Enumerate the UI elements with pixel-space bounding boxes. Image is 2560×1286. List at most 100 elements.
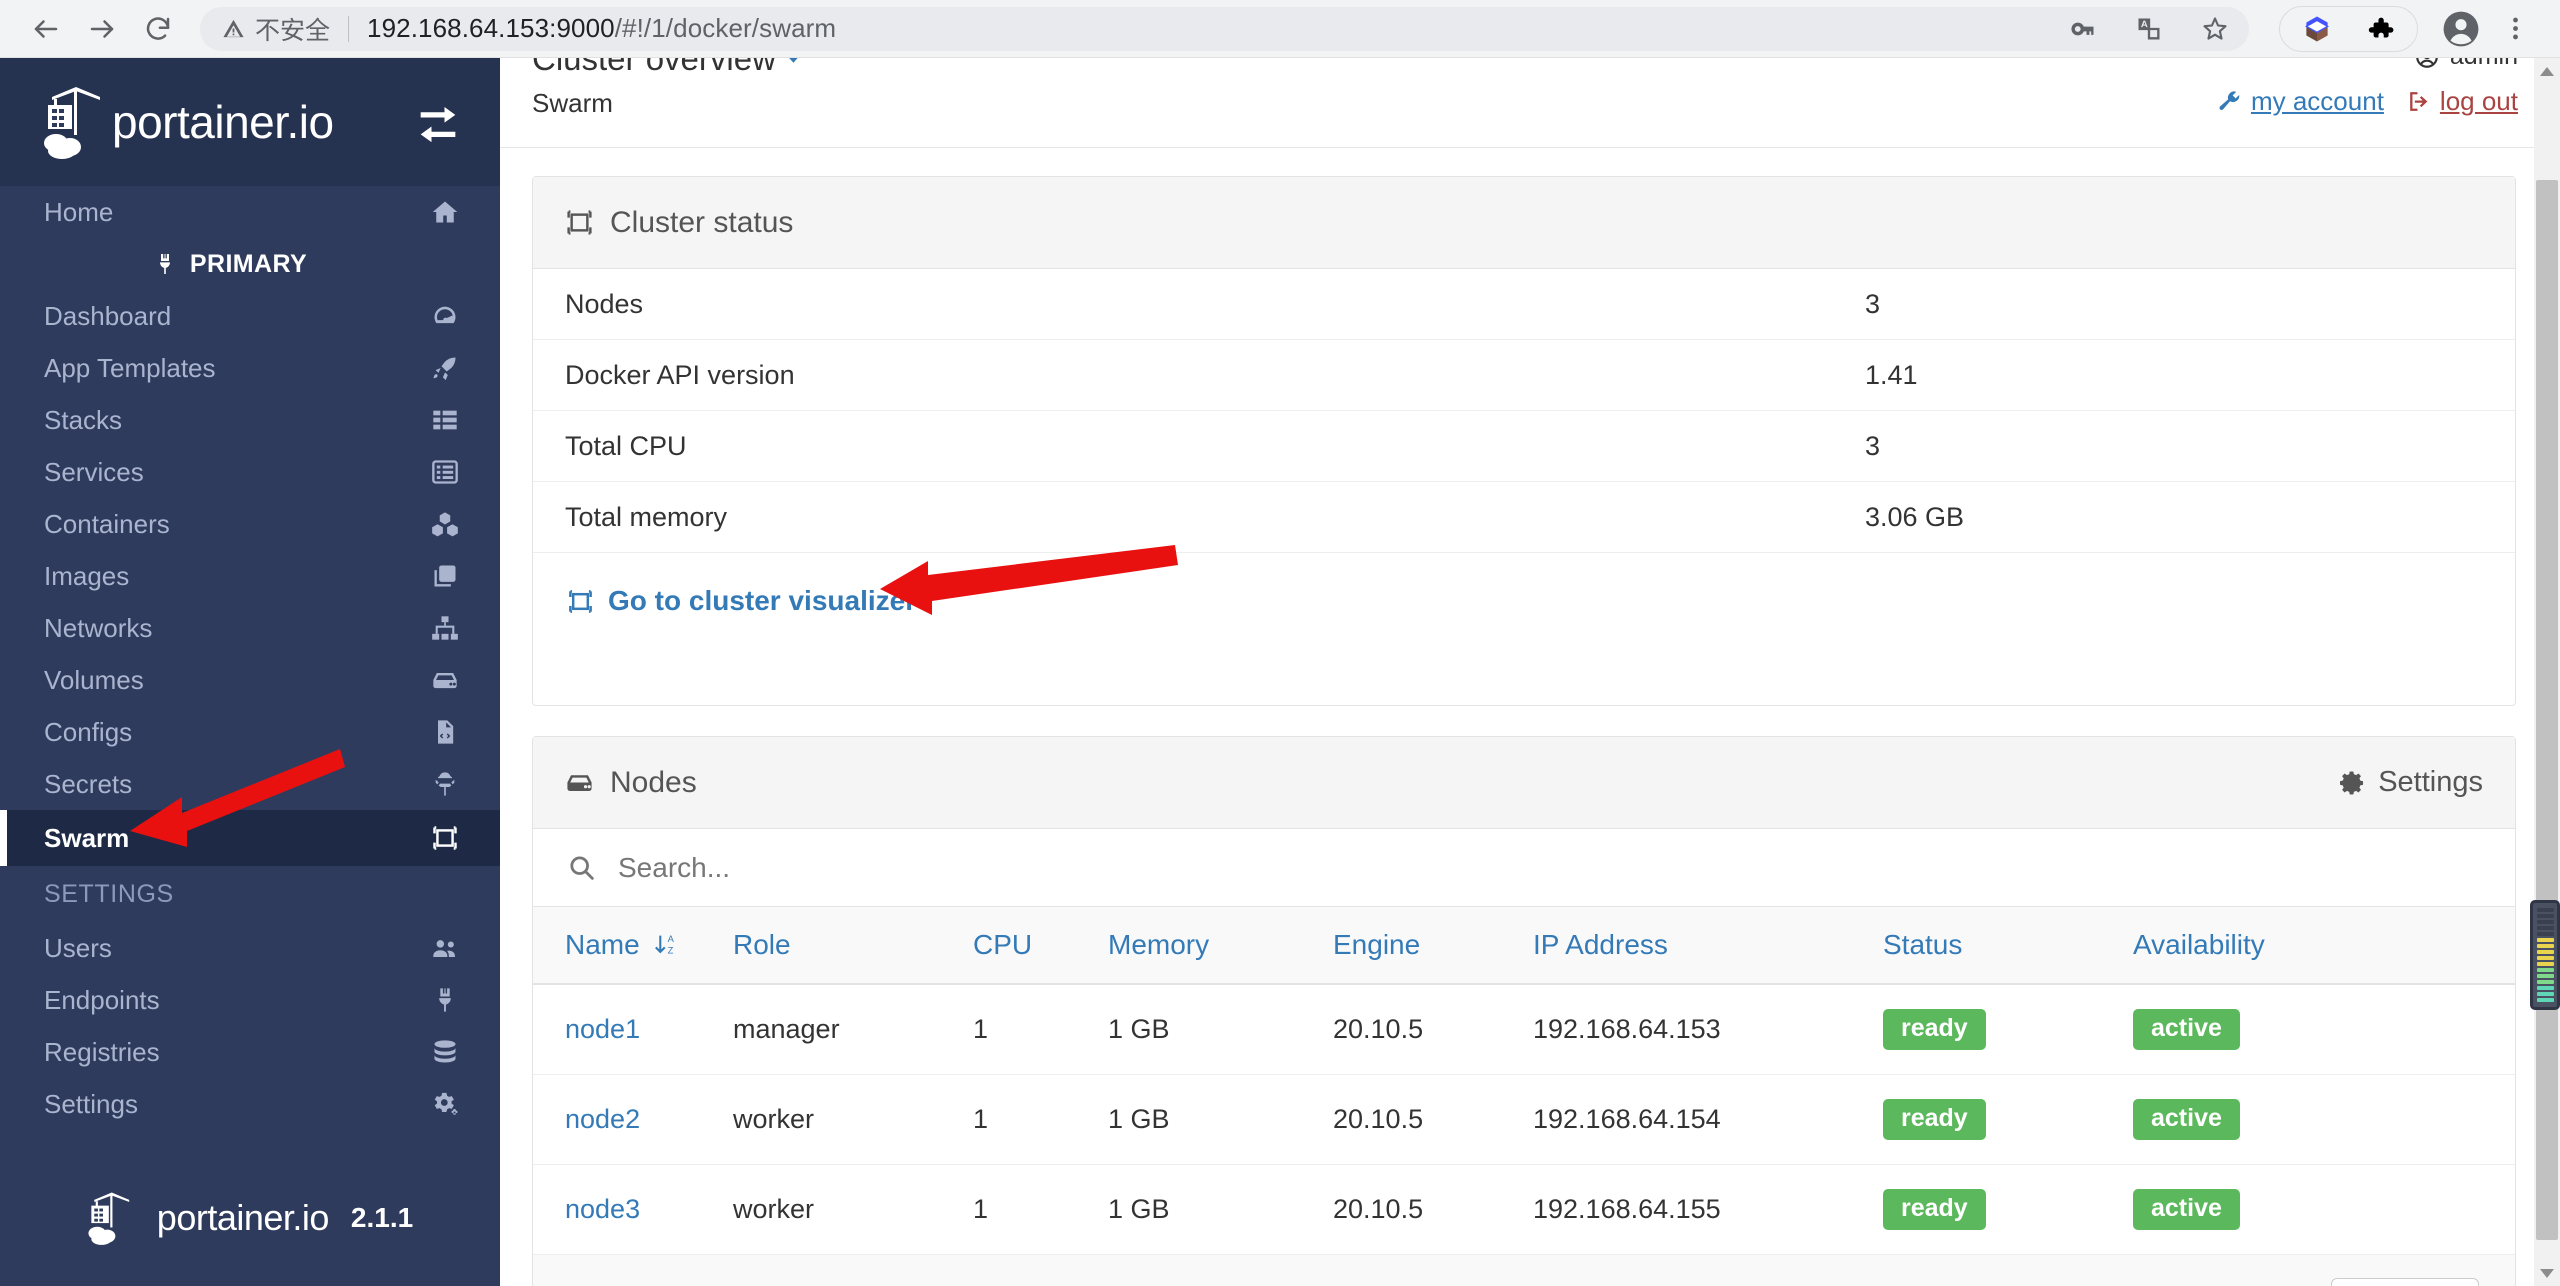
- cluster-status-title: Cluster status: [565, 206, 2483, 240]
- sidebar-item-networks[interactable]: Networks: [0, 602, 500, 654]
- key-icon[interactable]: [2069, 15, 2097, 43]
- nodes-table: Name AZ Role CPU Memory Engine IP Addres…: [533, 907, 2515, 1255]
- table-pagination-footer: Items per page 10 25 50 100: [533, 1255, 2515, 1286]
- sidebar-item-stacks[interactable]: Stacks: [0, 394, 500, 446]
- node-name-link[interactable]: node2: [565, 1104, 640, 1134]
- dashboard-icon: [426, 301, 460, 331]
- cogs-icon: [426, 1089, 460, 1119]
- sidebar-item-volumes[interactable]: Volumes: [0, 654, 500, 706]
- column-header-memory[interactable]: Memory: [1108, 907, 1333, 985]
- sidebar-brand: portainer.io: [112, 96, 334, 148]
- nodes-settings-button[interactable]: Settings: [2338, 766, 2483, 799]
- sidebar-item-label: Networks: [44, 612, 153, 643]
- portainer-logo[interactable]: portainer.io: [42, 83, 412, 161]
- table-row[interactable]: node3 worker 1 1 GB 20.10.5 192.168.64.1…: [533, 1164, 2515, 1255]
- images-clone-icon: [426, 561, 460, 591]
- gear-icon: [2340, 770, 2364, 795]
- svg-text:A: A: [668, 934, 675, 944]
- cluster-status-row: Nodes 3: [533, 269, 2515, 340]
- sidebar-footer-brand: portainer.io: [156, 1197, 330, 1238]
- sidebar-item-services[interactable]: Services: [0, 446, 500, 498]
- row-value: 3.06 GB: [1865, 501, 1965, 532]
- scroll-up-arrow[interactable]: [2534, 58, 2560, 84]
- log-out-link[interactable]: log out: [2406, 86, 2518, 117]
- sidebar-item-home[interactable]: Home: [0, 186, 500, 238]
- site-security-indicator[interactable]: 不安全: [222, 11, 330, 47]
- scroll-down-arrow[interactable]: [2534, 1260, 2560, 1286]
- svg-text:Z: Z: [668, 945, 674, 955]
- chrome-menu-button[interactable]: [2488, 2, 2542, 56]
- profile-button[interactable]: [2434, 2, 2488, 56]
- sidebar-item-label: Images: [44, 560, 130, 591]
- sidebar-item-settings[interactable]: Settings: [0, 1078, 500, 1130]
- services-list-icon: [426, 457, 460, 487]
- bookmark-star-icon[interactable]: [2201, 15, 2229, 43]
- items-per-page-select[interactable]: 10 25 50 100: [2331, 1277, 2479, 1286]
- profile-avatar-icon: [2443, 11, 2479, 46]
- sidebar-item-images[interactable]: Images: [0, 550, 500, 602]
- rocket-icon: [426, 353, 460, 383]
- node-cpu: 1: [973, 984, 1108, 1075]
- reload-button[interactable]: [130, 1, 186, 57]
- sidebar-item-label: Dashboard: [44, 300, 172, 331]
- sidebar-item-label: Users: [44, 932, 112, 963]
- table-row[interactable]: node2 worker 1 1 GB 20.10.5 192.168.64.1…: [533, 1074, 2515, 1165]
- go-to-cluster-visualizer-link[interactable]: Go to cluster visualizer: [567, 585, 916, 617]
- row-key: Total CPU: [565, 430, 687, 461]
- sidebar-item-swarm[interactable]: Swarm: [0, 810, 500, 866]
- extension-pill-group: [2279, 5, 2418, 52]
- file-code-icon: [426, 717, 460, 747]
- refresh-icon[interactable]: [788, 58, 814, 72]
- sidebar-item-label: Endpoints: [44, 984, 160, 1015]
- sidebar-toggle-icon[interactable]: [412, 96, 464, 148]
- extensions-puzzle-icon[interactable]: [2366, 14, 2395, 43]
- forward-button[interactable]: [74, 1, 130, 57]
- availability-badge: active: [2133, 1189, 2240, 1230]
- column-header-status[interactable]: Status: [1883, 907, 2133, 985]
- main-content: Cluster overview Swarm admin my account …: [500, 58, 2560, 1286]
- table-row[interactable]: node1 manager 1 1 GB 20.10.5 192.168.64.…: [533, 984, 2515, 1075]
- page-scrollbar[interactable]: [2534, 58, 2560, 1286]
- plug-icon: [159, 254, 170, 274]
- sidebar-item-registries[interactable]: Registries: [0, 1026, 500, 1078]
- sitemap-icon: [426, 613, 460, 643]
- column-header-ip-address[interactable]: IP Address: [1533, 907, 1883, 985]
- sidebar-item-endpoints[interactable]: Endpoints: [0, 974, 500, 1026]
- cube-icon[interactable]: [2302, 14, 2332, 44]
- node-name-link[interactable]: node3: [565, 1194, 640, 1224]
- scrollbar-thumb[interactable]: [2536, 180, 2558, 1240]
- content-area: Cluster status Nodes 3 Docker API versio…: [500, 148, 2560, 1286]
- log-out-label: log out: [2439, 86, 2518, 116]
- sidebar-item-users[interactable]: Users: [0, 922, 500, 974]
- sidebar-item-secrets[interactable]: Secrets: [0, 758, 500, 810]
- sidebar-item-app-templates[interactable]: App Templates: [0, 342, 500, 394]
- row-key: Total memory: [565, 501, 728, 532]
- swarm-icon: [567, 210, 592, 235]
- back-button[interactable]: [18, 1, 74, 57]
- cluster-status-row: Total memory 3.06 GB: [533, 482, 2515, 553]
- sidebar-item-containers[interactable]: Containers: [0, 498, 500, 550]
- sidebar-item-dashboard[interactable]: Dashboard: [0, 290, 500, 342]
- column-header-role[interactable]: Role: [733, 907, 973, 985]
- row-key: Nodes: [565, 288, 644, 319]
- column-header-cpu[interactable]: CPU: [973, 907, 1108, 985]
- column-header-name[interactable]: Name AZ: [533, 907, 733, 985]
- containers-icon: [426, 509, 460, 539]
- my-account-label: my account: [2250, 86, 2384, 116]
- user-links: my account log out: [2217, 86, 2518, 117]
- node-name-link[interactable]: node1: [565, 1014, 640, 1044]
- plug-icon: [426, 985, 460, 1015]
- url-host: 192.168.64.153:9000: [367, 13, 615, 43]
- column-label: IP Address: [1533, 929, 1668, 960]
- sidebar-item-configs[interactable]: Configs: [0, 706, 500, 758]
- column-header-engine[interactable]: Engine: [1333, 907, 1533, 985]
- column-label: Availability: [2133, 929, 2265, 960]
- search-input[interactable]: [618, 851, 2481, 884]
- node-cpu: 1: [973, 1164, 1108, 1255]
- page-header: Cluster overview Swarm admin my account …: [500, 58, 2560, 148]
- column-header-availability[interactable]: Availability: [2133, 907, 2515, 985]
- my-account-link[interactable]: my account: [2217, 86, 2384, 117]
- translate-icon[interactable]: [2135, 15, 2163, 43]
- swarm-icon: [569, 589, 592, 613]
- address-bar[interactable]: 不安全 192.168.64.153:9000/#!/1/docker/swar…: [200, 6, 2249, 51]
